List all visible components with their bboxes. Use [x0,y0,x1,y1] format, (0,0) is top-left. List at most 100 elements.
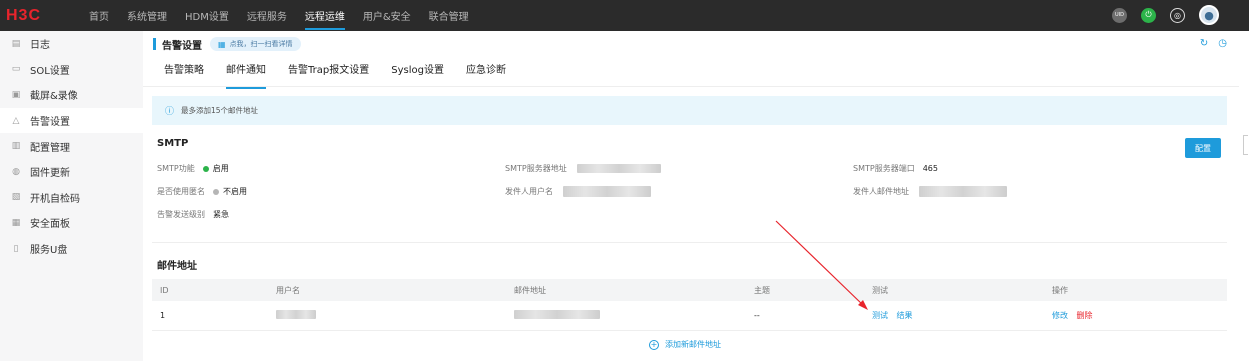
anonymous-field: 是否使用匿名 不启用 [157,186,247,197]
sidebar-item-post-code[interactable]: ▧ 开机自检码 [0,185,143,211]
add-email-button[interactable]: + 添加新邮件地址 [649,339,721,350]
field-value: 紧急 [213,210,229,219]
page-title: 告警设置 [162,40,202,52]
tab-emergency-diagnosis[interactable]: 应急诊断 [455,61,517,83]
uid-icon[interactable]: UID [1112,7,1127,23]
nav-remote-ops[interactable]: 远程运维 [296,0,354,31]
usb-icon: ▯ [13,243,19,254]
sidebar-item-log[interactable]: ▤ 日志 [0,31,143,57]
sidebar-item-label: 开机自检码 [30,193,80,205]
config-button[interactable]: 配置 [1185,138,1221,158]
field-label: 发件人用户名 [505,187,553,196]
qr-hint-text: 点我，扫一扫看详情 [229,40,293,48]
tab-alarm-policy[interactable]: 告警策略 [153,61,215,83]
qr-hint-pill[interactable]: ▦ 点我，扫一扫看详情 [210,37,301,51]
field-value: 465 [922,164,938,173]
sender-user-field: 发件人用户名 [505,186,651,197]
sidebar-item-label: SOL设置 [30,65,70,77]
sidebar-item-label: 配置管理 [30,142,70,154]
refresh-icon[interactable]: ↻ [1200,38,1208,49]
nav-user-security[interactable]: 用户&安全 [354,0,420,31]
delete-link[interactable]: 删除 [1077,311,1093,320]
h3c-logo: H3C [6,6,42,24]
col-email: 邮件地址 [514,285,546,295]
cell-id: 1 [160,311,166,320]
field-label: 是否使用匿名 [157,187,205,196]
header-actions: ↻ ◷ [1200,38,1227,49]
main-nav: 首页 系统管理 HDM设置 远程服务 远程运维 用户&安全 联合管理 [80,0,478,31]
sidebar-item-security-panel[interactable]: ▦ 安全面板 [0,210,143,236]
smtp-enable-field: SMTP功能 启用 [157,163,229,174]
sidebar-item-screenshot[interactable]: ▣ 截屏&录像 [0,82,143,108]
panel-icon: ▦ [11,217,21,228]
sidebar-item-label: 固件更新 [30,168,70,180]
smtp-server-port-field: SMTP服务器端口 465 [853,163,938,174]
sidebar-item-firmware[interactable]: ◍ 固件更新 [0,159,143,185]
sidebar-item-sol[interactable]: ▭ SOL设置 [0,57,143,83]
sidebar-item-usb[interactable]: ▯ 服务U盘 [0,236,143,262]
right-edge-strip [1239,31,1249,361]
nav-federation[interactable]: 联合管理 [420,0,478,31]
sidebar-item-alarm[interactable]: △ 告警设置 [0,107,143,134]
sol-icon: ▭ [11,64,21,75]
nav-system[interactable]: 系统管理 [118,0,176,31]
tab-email-notify[interactable]: 邮件通知 [215,61,277,89]
sidebar-item-label: 安全面板 [30,219,70,231]
redacted-value [919,186,1007,197]
help-icon[interactable]: ◷ [1218,38,1227,49]
col-actions: 操作 [1052,285,1068,295]
redacted-value [514,310,600,319]
cell-test: 测试 结果 [872,310,1052,321]
alarm-level-field: 告警发送级别 紧急 [157,209,229,220]
sidebar-item-label: 截屏&录像 [30,91,78,103]
mail-section-title: 邮件地址 [157,261,197,272]
mail-table: ID 用户名 邮件地址 主题 测试 操作 1 -- 测试 结果 修改 删除 [152,279,1227,331]
smtp-server-addr-field: SMTP服务器地址 [505,163,661,174]
col-test: 测试 [872,285,888,295]
col-id: ID [160,285,169,295]
table-header: ID 用户名 邮件地址 主题 测试 操作 [152,279,1227,301]
sender-mail-field: 发件人邮件地址 [853,186,1007,197]
table-row: 1 -- 测试 结果 修改 删除 [152,301,1227,331]
smtp-section-title: SMTP [157,138,189,149]
power-icon[interactable]: ⏻ [1141,7,1156,23]
field-value: 启用 [212,164,229,173]
page-header: 告警设置 ▦ 点我，扫一扫看详情 [153,36,301,52]
top-navbar: H3C 首页 系统管理 HDM设置 远程服务 远程运维 用户&安全 联合管理 U… [0,0,1249,31]
edge-marker [1243,135,1248,155]
alarm-icon: △ [12,115,20,126]
redacted-value [576,164,661,173]
redacted-value [563,186,651,197]
top-icon-group: UID ⏻ ◎ ● [1112,5,1219,25]
edit-link[interactable]: 修改 [1052,311,1068,320]
sidebar-item-config[interactable]: ▥ 配置管理 [0,133,143,159]
nav-home[interactable]: 首页 [80,0,118,31]
add-circle-icon: + [649,339,659,350]
config-icon: ▥ [11,141,21,152]
sidebar-item-label: 日志 [30,40,50,52]
avatar-icon[interactable]: ● [1199,5,1219,25]
field-label: SMTP服务器端口 [853,164,915,173]
tab-trap-settings[interactable]: 告警Trap报文设置 [277,61,380,83]
status-dot-disabled [213,188,219,195]
main-content: 告警设置 ▦ 点我，扫一扫看详情 ↻ ◷ 告警策略 邮件通知 告警Trap报文设置… [143,31,1239,361]
field-label: SMTP功能 [157,164,195,173]
field-label: 发件人邮件地址 [853,187,909,196]
field-label: SMTP服务器地址 [505,164,567,173]
globe-icon[interactable]: ◎ [1170,7,1185,23]
info-notice: ⓘ 最多添加15个邮件地址 [152,96,1227,125]
screenshot-icon: ▣ [11,89,21,100]
add-email-label: 添加新邮件地址 [665,340,721,349]
cell-actions: 修改 删除 [1052,310,1227,321]
status-dot-enabled [202,165,209,172]
tab-bar: 告警策略 邮件通知 告警Trap报文设置 Syslog设置 应急诊断 [153,61,517,89]
tab-syslog-settings[interactable]: Syslog设置 [380,61,455,83]
field-label: 告警发送级别 [157,210,205,219]
info-icon: ⓘ [165,107,175,117]
nav-remote-service[interactable]: 远程服务 [238,0,296,31]
cell-username [276,310,514,321]
nav-hdm-settings[interactable]: HDM设置 [176,0,238,31]
redacted-value [276,310,316,319]
test-link[interactable]: 测试 [872,311,888,320]
result-link[interactable]: 结果 [897,311,913,320]
